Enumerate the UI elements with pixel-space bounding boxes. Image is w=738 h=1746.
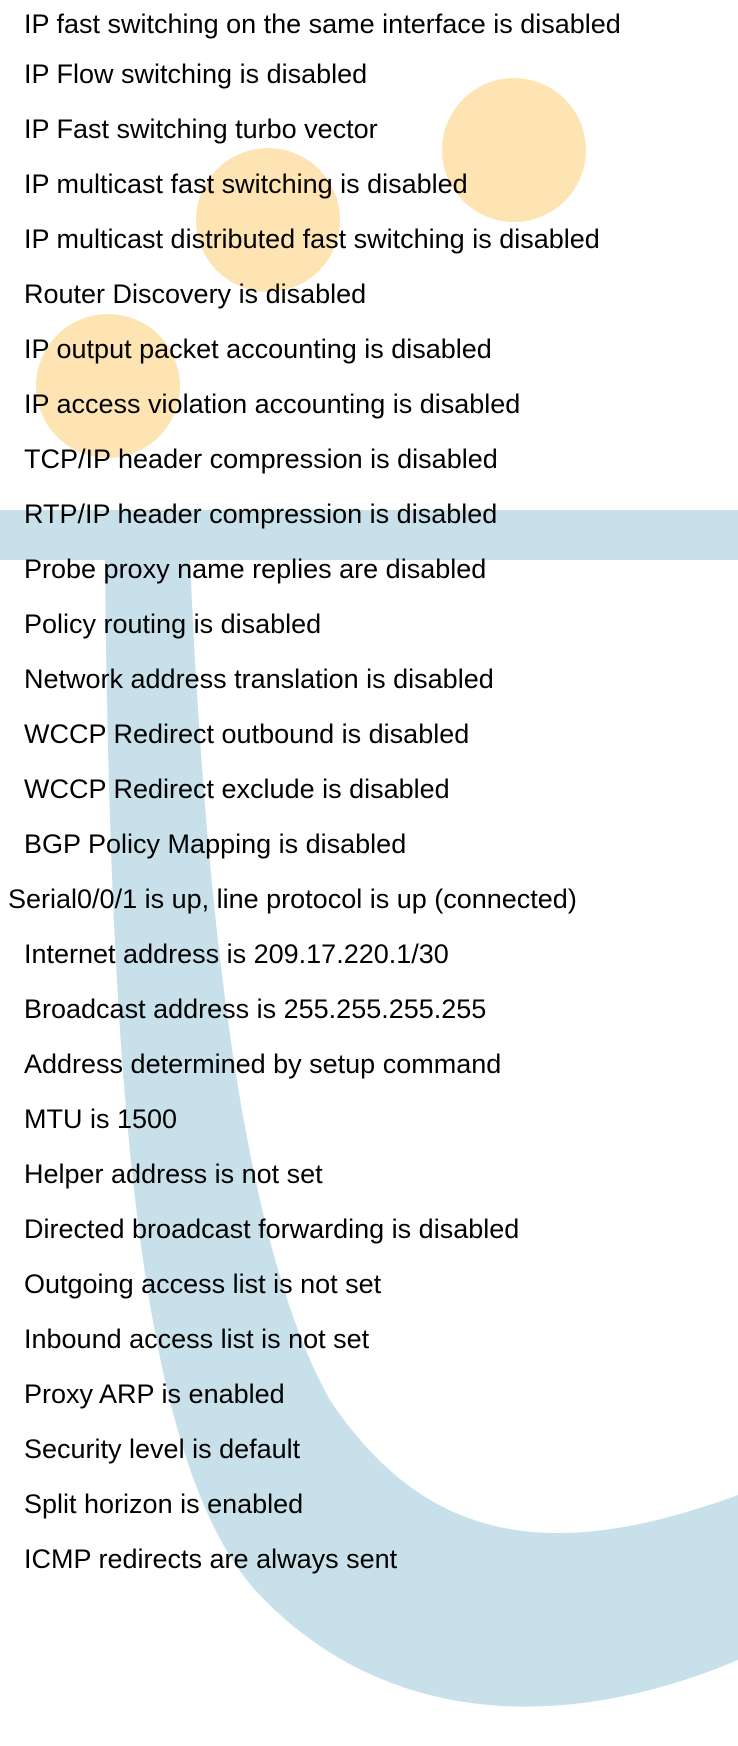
text-line: BGP Policy Mapping is disabled	[24, 829, 407, 859]
text-line: TCP/IP header compression is disabled	[24, 444, 498, 474]
text-line: Internet address is 209.17.220.1/30	[24, 939, 449, 969]
text-line: Policy routing is disabled	[24, 609, 322, 639]
text-line: Broadcast address is 255.255.255.255	[24, 994, 487, 1024]
background-decoration	[0, 78, 738, 1707]
text-line: IP multicast fast switching is disabled	[24, 169, 468, 199]
decorative-circle-orange-large	[442, 78, 586, 222]
text-line-interface-header: Serial0/0/1 is up, line protocol is up (…	[8, 884, 577, 914]
text-line: ICMP redirects are always sent	[24, 1544, 398, 1574]
text-line: Proxy ARP is enabled	[24, 1379, 285, 1409]
text-line: WCCP Redirect exclude is disabled	[24, 774, 450, 804]
text-line: RTP/IP header compression is disabled	[24, 499, 498, 529]
text-line: IP output packet accounting is disabled	[24, 334, 492, 364]
text-line: IP access violation accounting is disabl…	[24, 389, 521, 419]
text-line: IP Fast switching turbo vector	[24, 114, 378, 144]
text-line: Address determined by setup command	[24, 1049, 502, 1079]
text-line: Inbound access list is not set	[24, 1324, 370, 1354]
text-line: Router Discovery is disabled	[24, 279, 367, 309]
text-line: MTU is 1500	[24, 1104, 178, 1134]
text-line: IP fast switching on the same interface …	[24, 9, 621, 39]
text-line: Helper address is not set	[24, 1159, 323, 1189]
text-line: IP multicast distributed fast switching …	[24, 224, 600, 254]
text-line: Probe proxy name replies are disabled	[24, 554, 487, 584]
text-line: IP Flow switching is disabled	[24, 59, 368, 89]
text-line: Directed broadcast forwarding is disable…	[24, 1214, 520, 1244]
text-line: Outgoing access list is not set	[24, 1269, 382, 1299]
text-line: Security level is default	[24, 1434, 301, 1464]
text-line: Split horizon is enabled	[24, 1489, 304, 1519]
text-line: Network address translation is disabled	[24, 664, 494, 694]
document-page: IP fast switching on the same interface …	[0, 0, 738, 1746]
text-line: WCCP Redirect outbound is disabled	[24, 719, 470, 749]
